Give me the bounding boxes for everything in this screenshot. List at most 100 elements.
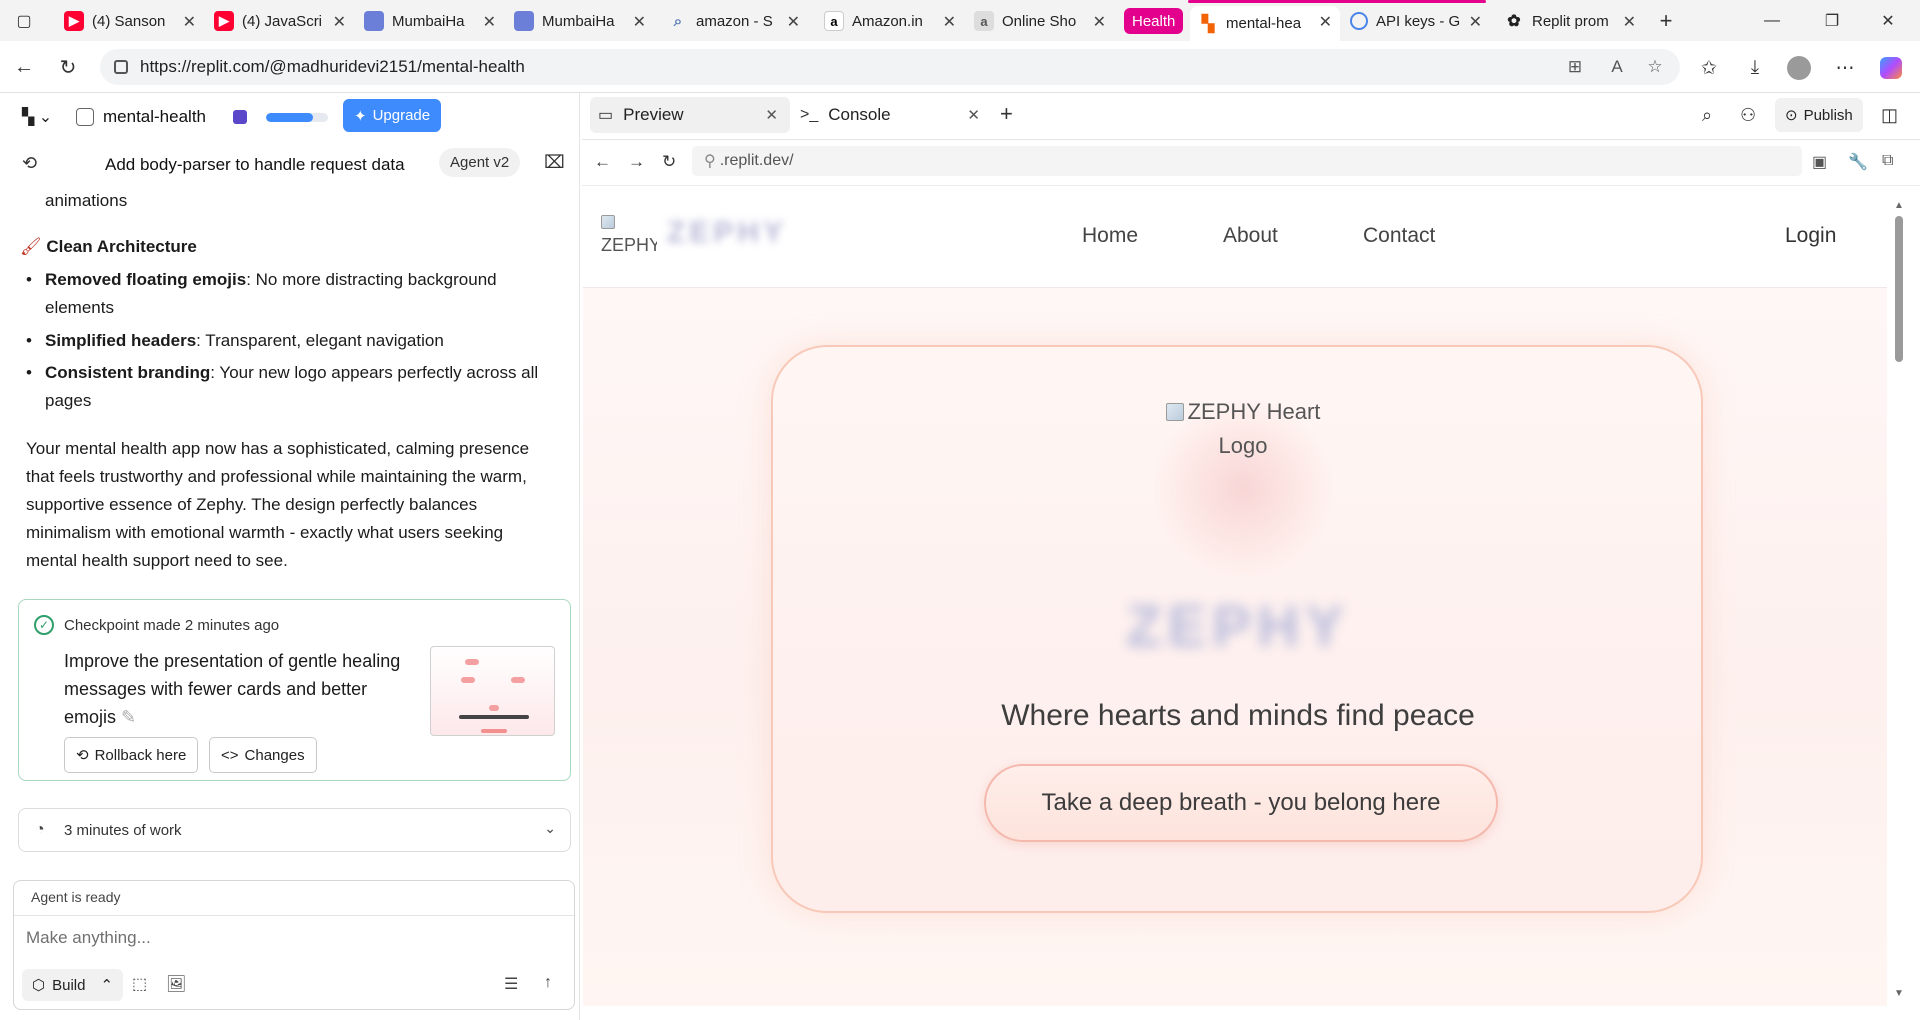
project-name[interactable]: mental-health [103,107,206,127]
scroll-up-icon[interactable]: ▲ [1894,200,1904,211]
work-summary-toggle[interactable]: ◔ 3 minutes of work ⌄ [18,808,571,852]
agent-version-badge[interactable]: Agent v2 [439,148,521,177]
close-icon[interactable]: ✕ [1623,12,1636,32]
rollback-button[interactable]: ⟲ Rollback here [64,737,199,773]
send-arrow-icon[interactable]: ↑ [544,974,552,992]
add-tab-icon[interactable]: + [1000,101,1013,127]
close-icon[interactable]: ✕ [1469,12,1482,32]
login-link[interactable]: Login [1785,224,1836,248]
browser-tab[interactable]: a Online Sho ✕ [966,6,1114,36]
build-mode-button[interactable]: ⬡ Build ⌃ [22,969,124,1001]
thread-title: Add body-parser to handle request data [105,155,405,174]
divider [14,915,574,916]
code-icon: <> [221,746,239,764]
close-icon[interactable]: ✕ [967,106,980,124]
refresh-icon[interactable]: ↻ [56,55,80,79]
history-icon[interactable]: ⟲ [22,153,37,174]
profile-avatar[interactable] [1786,55,1812,81]
checkpoint-card: ✓ Checkpoint made 2 minutes ago Improve … [18,599,571,781]
upgrade-button[interactable]: ✦ Upgrade [343,99,442,132]
new-tab-icon[interactable]: + [1646,8,1686,34]
prompt-input[interactable] [26,923,566,953]
browser-tab[interactable]: ▶ (4) Sanson ✕ [56,6,204,36]
pencil-icon[interactable]: ✎ [121,707,136,727]
open-new-window-icon[interactable]: ⧉ [1882,152,1893,170]
back-icon[interactable]: ← [594,152,611,172]
back-icon[interactable]: ← [12,55,36,79]
scroll-thumb[interactable] [1895,216,1903,362]
browser-tab[interactable]: ✿ Replit prom ✕ [1496,6,1644,36]
checkpoint-thumbnail[interactable] [430,646,555,736]
bullet: • [26,331,32,350]
tab-console[interactable]: >_ Console ✕ [792,97,992,133]
window-close-icon[interactable]: ✕ [1868,8,1908,34]
forward-icon[interactable]: → [628,152,645,172]
close-icon[interactable]: ✕ [183,12,196,32]
image-attach-icon[interactable]: 🖼 [166,974,186,994]
close-icon[interactable]: ✕ [765,106,778,124]
thread-header: ⟲ Add body-parser to handle request data… [0,145,580,181]
devtools-wrench-icon[interactable]: 🔧 [1848,152,1868,172]
favorite-star-icon[interactable]: ☆ [1645,57,1665,77]
downloads-icon[interactable]: ⤓ [1742,55,1768,81]
checkpoint-label: Checkpoint made 2 minutes ago [64,617,280,634]
chevron-up-icon: ⌃ [100,977,114,994]
tab-group-health[interactable]: Health [1124,8,1184,34]
changes-button[interactable]: <> Changes [209,737,317,773]
new-chat-icon[interactable]: ⌧ [544,152,565,173]
usage-progress-bar [266,113,328,122]
refresh-icon[interactable]: ↻ [662,152,676,172]
close-icon[interactable]: ✕ [1319,12,1332,32]
preview-website: ZEPHY ZEPHY Home About Contact Login ZEP… [583,194,1887,1006]
bullet: • [26,363,32,382]
close-icon[interactable]: ✕ [943,12,956,32]
close-icon[interactable]: ✕ [333,12,346,32]
close-icon[interactable]: ✕ [483,12,496,32]
nav-about[interactable]: About [1223,224,1278,248]
select-element-icon[interactable]: ⬚ [132,974,147,994]
preview-url-field[interactable]: ⚲ .replit.dev/ [692,146,1802,176]
app-available-icon[interactable]: ⊞ [1565,57,1585,77]
restore-icon[interactable]: ❐ [1812,8,1852,34]
address-bar[interactable]: https://replit.com/@madhuridevi2151/ment… [100,49,1680,85]
browser-tab[interactable]: API keys - G ✕ [1342,6,1490,36]
browser-tab[interactable]: MumbaiHa ✕ [506,6,654,36]
preview-scrollbar[interactable]: ▲ ▼ [1892,194,1906,1006]
copilot-icon[interactable] [1878,55,1904,81]
browser-tab-active[interactable]: ▚ mental-hea ✕ [1190,6,1340,41]
replit-menu-icon[interactable]: ▚ ⌄ [22,107,52,127]
invite-user-icon[interactable]: ⚇ [1740,105,1756,126]
browser-tab[interactable]: a Amazon.in ✕ [816,6,964,36]
favorites-icon[interactable]: ✩ [1696,55,1722,81]
preview-address-row: ← → ↻ ⚲ .replit.dev/ ▣ 🔧 ⧉ [582,140,1920,186]
tab-group-indicator [1188,0,1486,3]
broken-logo-image[interactable]: ZEPHY [601,212,657,258]
sidebar-toggle-icon[interactable]: ▢ [4,8,44,34]
address-url: https://replit.com/@madhuridevi2151/ment… [140,57,525,76]
checkpoint-title: Improve the presentation of gentle heali… [64,651,401,727]
read-aloud-icon[interactable]: A [1607,57,1627,77]
close-icon[interactable]: ✕ [633,12,646,32]
search-icon[interactable]: ⌕ [1702,105,1712,126]
more-menu-icon[interactable]: ⋯ [1832,55,1858,81]
close-icon[interactable]: ✕ [1093,12,1106,32]
browser-tab[interactable]: ⌕ amazon - S ✕ [660,6,808,36]
amazon-icon: a [824,11,844,31]
publish-button[interactable]: ⊙ Publish [1775,98,1863,132]
devices-icon[interactable]: ▣ [1812,152,1827,172]
cta-button[interactable]: Take a deep breath - you belong here [984,764,1498,842]
settings-sliders-icon[interactable]: ☰ [504,974,518,994]
replit-icon: ▚ [1201,15,1215,33]
chevron-down-icon: ⌄ [544,820,556,836]
layout-toggle-icon[interactable]: ◫ [1881,105,1898,126]
nav-home[interactable]: Home [1082,224,1138,248]
browser-tab[interactable]: MumbaiHa ✕ [356,6,504,36]
minimize-icon[interactable]: — [1752,8,1792,34]
link-icon: ⚲ [704,153,716,170]
nav-contact[interactable]: Contact [1363,224,1435,248]
tab-preview[interactable]: ▭ Preview ✕ [590,97,790,133]
browser-tab[interactable]: ▶ (4) JavaScri ✕ [206,6,354,36]
publish-icon: ⊙ [1785,107,1798,124]
scroll-down-icon[interactable]: ▼ [1894,988,1904,999]
close-icon[interactable]: ✕ [787,12,800,32]
